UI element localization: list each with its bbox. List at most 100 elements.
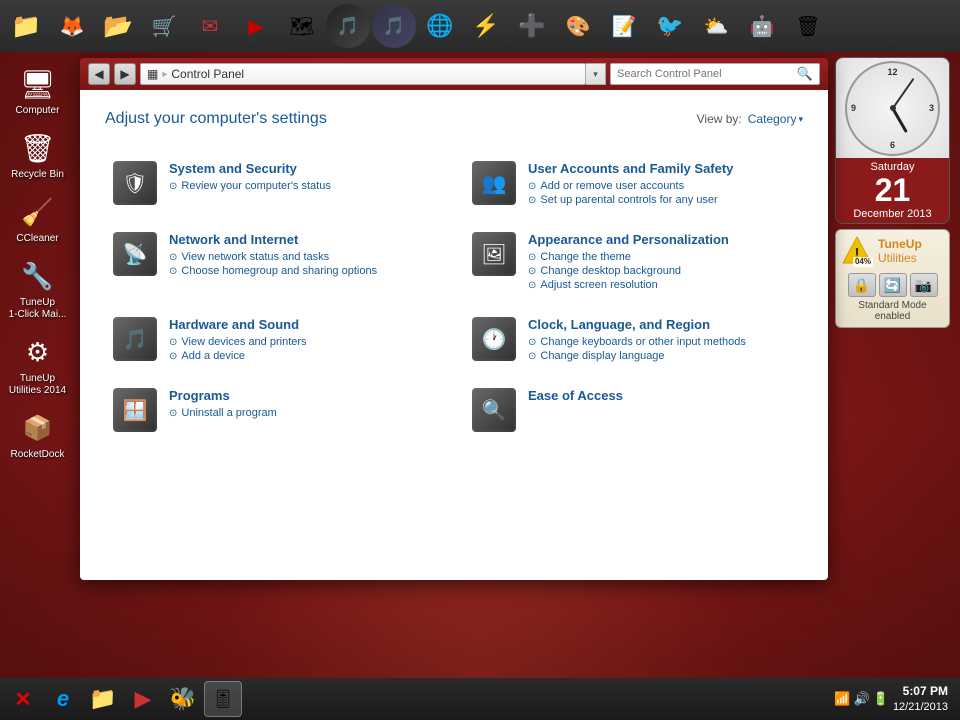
control-panel-window: ◀ ▶ ▦ ▸ Control Panel ▾ 🔍 Adjust your co… <box>80 58 828 580</box>
cp-header: Adjust your computer's settings View by:… <box>105 110 803 128</box>
user-accounts-sub-1[interactable]: Set up parental controls for any user <box>528 194 795 206</box>
tuneup-btn-3[interactable]: 📷 <box>910 273 938 297</box>
tb-theme[interactable]: 🎨 <box>556 4 600 48</box>
tb-firefox[interactable]: 🦊 <box>50 4 94 48</box>
tb-trash[interactable]: 🗑 <box>786 4 830 48</box>
search-box[interactable]: 🔍 <box>610 63 820 85</box>
hardware-sub-1[interactable]: Add a device <box>169 350 436 362</box>
clock-date: Saturday 21 December 2013 <box>836 158 949 223</box>
tb-gmail[interactable]: ✉ <box>188 4 232 48</box>
cp-item-clock[interactable]: 🕐 Clock, Language, and Region Change key… <box>464 309 803 372</box>
right-widgets: 12 3 6 9 Saturday 21 December 2013 ! <box>825 52 960 328</box>
view-by-control: View by: Category ▾ <box>697 112 803 126</box>
cp-item-hardware[interactable]: 🎵 Hardware and Sound View devices and pr… <box>105 309 444 372</box>
taskbar: ✕ e 📁 ▶ 🐝 🎚 📶 🔊 🔋 5:07 PM 12/21/2013 <box>0 678 960 720</box>
desktop-icon-tuneup1[interactable]: 🔧 TuneUp1-Click Mai... <box>4 254 72 325</box>
tb-note[interactable]: 📝 <box>602 4 646 48</box>
desktop-icon-ccleaner[interactable]: 🧹 CCleaner <box>4 190 72 249</box>
computer-label: Computer <box>16 105 60 117</box>
desktop-icon-rocketdock[interactable]: 📦 RocketDock <box>4 406 72 465</box>
taskbar-spybot[interactable]: 🐝 <box>164 681 202 717</box>
taskbar-winkey[interactable]: ✕ <box>4 681 42 717</box>
clock-region-sub-1[interactable]: Change display language <box>528 350 795 362</box>
forward-button[interactable]: ▶ <box>114 63 136 85</box>
hour-hand <box>891 107 908 133</box>
clock-region-link[interactable]: Clock, Language, and Region <box>528 317 795 332</box>
cp-item-programs[interactable]: 🪟 Programs Uninstall a program <box>105 380 444 440</box>
user-accounts-link[interactable]: User Accounts and Family Safety <box>528 161 795 176</box>
programs-link[interactable]: Programs <box>169 388 436 403</box>
taskbar-date: 12/21/2013 <box>893 700 948 715</box>
hardware-icon: 🎵 <box>113 317 157 361</box>
clock-analog: 12 3 6 9 <box>836 58 949 158</box>
cp-item-network[interactable]: 📡 Network and Internet View network stat… <box>105 224 444 301</box>
tb-folder[interactable]: 📂 <box>96 4 140 48</box>
search-icon[interactable]: 🔍 <box>797 66 813 82</box>
cp-title: Adjust your computer's settings <box>105 110 327 128</box>
taskbar-explorer[interactable]: 📁 <box>84 681 122 717</box>
system-security-text: System and Security Review your computer… <box>169 161 436 194</box>
tb-globe[interactable]: 🌐 <box>418 4 462 48</box>
tuneup-title-group: TuneUp Utilities <box>878 237 922 265</box>
ccleaner-icon: 🧹 <box>20 194 56 230</box>
user-accounts-sub-0[interactable]: Add or remove user accounts <box>528 180 795 192</box>
appearance-sub-2[interactable]: Adjust screen resolution <box>528 279 795 291</box>
view-by-label: View by: <box>697 112 742 126</box>
tb-audio1[interactable]: 🎵 <box>326 4 370 48</box>
network-link[interactable]: Network and Internet <box>169 232 436 247</box>
appearance-text: Appearance and Personalization Change th… <box>528 232 795 293</box>
tb-calc[interactable]: ➕ <box>510 4 554 48</box>
clock-widget: 12 3 6 9 Saturday 21 December 2013 <box>835 57 950 224</box>
search-input[interactable] <box>617 68 793 80</box>
cp-item-system-security[interactable]: 🛡 System and Security Review your comput… <box>105 153 444 216</box>
clock-face: 12 3 6 9 <box>845 61 940 156</box>
system-security-icon: 🛡 <box>113 161 157 205</box>
taskbar-ie[interactable]: e <box>44 681 82 717</box>
tb-angrybirds[interactable]: 🐦 <box>648 4 692 48</box>
tuneup-btn-1[interactable]: 🔒 <box>848 273 876 297</box>
hardware-text: Hardware and Sound View devices and prin… <box>169 317 436 364</box>
ease-access-link[interactable]: Ease of Access <box>528 388 795 403</box>
cp-item-appearance[interactable]: 🖼 Appearance and Personalization Change … <box>464 224 803 301</box>
taskbar-media[interactable]: ▶ <box>124 681 162 717</box>
clock-region-icon: 🕐 <box>472 317 516 361</box>
appearance-sub-0[interactable]: Change the theme <box>528 251 795 263</box>
tb-maps[interactable]: 🗺 <box>280 4 324 48</box>
breadcrumb-icon: ▦ <box>147 67 158 81</box>
address-dropdown-button[interactable]: ▾ <box>586 63 606 85</box>
tb-youtube[interactable]: ▶ <box>234 4 278 48</box>
ccleaner-label: CCleaner <box>16 233 58 245</box>
tb-finder[interactable]: 📁 <box>4 4 48 48</box>
taskbar-equalizer[interactable]: 🎚 <box>204 681 242 717</box>
hardware-sub-0[interactable]: View devices and printers <box>169 336 436 348</box>
appearance-sub-1[interactable]: Change desktop background <box>528 265 795 277</box>
clock-center <box>890 105 896 111</box>
tuneup-btn-2[interactable]: 🔄 <box>879 273 907 297</box>
cp-item-ease[interactable]: 🔍 Ease of Access <box>464 380 803 440</box>
desktop-icon-tuneup2[interactable]: ⚙ TuneUpUtilities 2014 <box>4 330 72 401</box>
view-by-dropdown[interactable]: Category ▾ <box>748 112 803 126</box>
user-accounts-text: User Accounts and Family Safety Add or r… <box>528 161 795 208</box>
tb-appstore[interactable]: 🛒 <box>142 4 186 48</box>
taskbar-time: 5:07 PM <box>893 683 948 700</box>
programs-sub-0[interactable]: Uninstall a program <box>169 407 436 419</box>
tb-android[interactable]: 🤖 <box>740 4 784 48</box>
appearance-link[interactable]: Appearance and Personalization <box>528 232 795 247</box>
hardware-link[interactable]: Hardware and Sound <box>169 317 436 332</box>
system-security-sub-0[interactable]: Review your computer's status <box>169 180 436 192</box>
network-sub-1[interactable]: Choose homegroup and sharing options <box>169 265 436 277</box>
cp-item-user-accounts[interactable]: 👥 User Accounts and Family Safety Add or… <box>464 153 803 216</box>
tuneup1-icon: 🔧 <box>20 258 56 294</box>
clock-region-sub-0[interactable]: Change keyboards or other input methods <box>528 336 795 348</box>
desktop-icons: 🖥 Computer 🗑 Recycle Bin 🧹 CCleaner 🔧 Tu… <box>0 52 75 720</box>
desktop-icon-computer[interactable]: 🖥 Computer <box>4 62 72 121</box>
address-bar[interactable]: ▦ ▸ Control Panel <box>140 63 586 85</box>
tb-volt[interactable]: ⚡ <box>464 4 508 48</box>
system-security-link[interactable]: System and Security <box>169 161 436 176</box>
tuneup2-label: TuneUpUtilities 2014 <box>9 373 66 397</box>
back-button[interactable]: ◀ <box>88 63 110 85</box>
network-sub-0[interactable]: View network status and tasks <box>169 251 436 263</box>
tb-weather[interactable]: ⛅ <box>694 4 738 48</box>
desktop-icon-recycle[interactable]: 🗑 Recycle Bin <box>4 126 72 185</box>
tb-audio2[interactable]: 🎵 <box>372 4 416 48</box>
